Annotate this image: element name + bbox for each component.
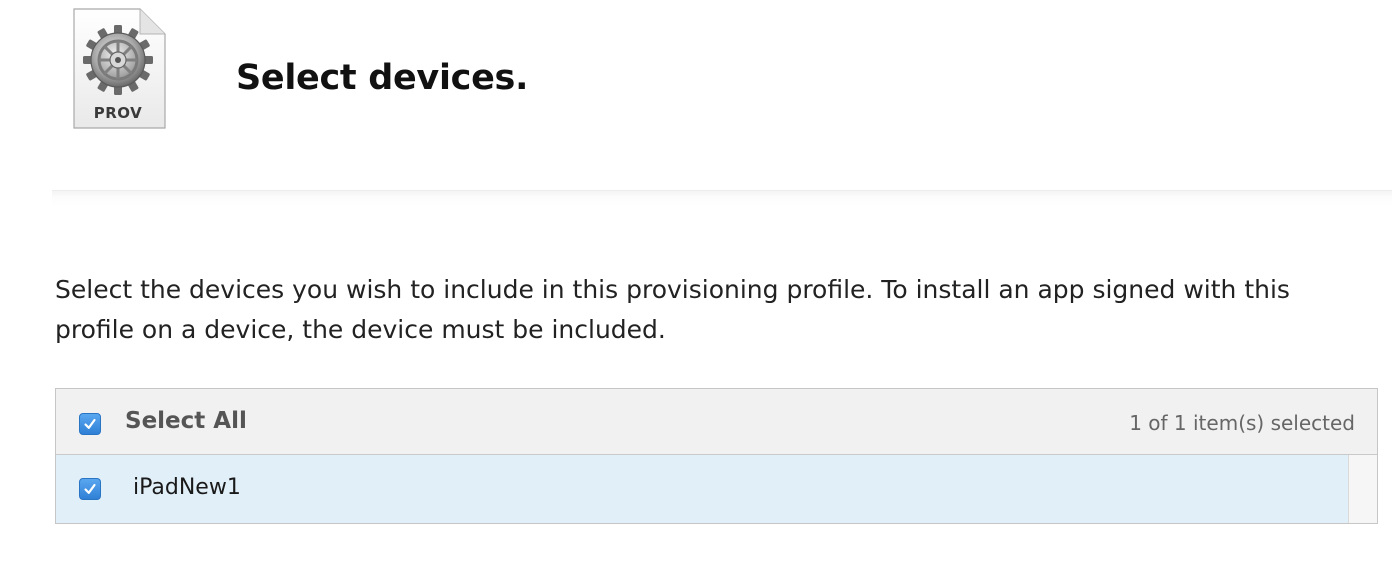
page: PROV Select devices. Select the devices …: [0, 0, 1392, 566]
section-divider: [52, 190, 1392, 207]
scrollbar[interactable]: [1348, 455, 1377, 523]
select-all-label[interactable]: Select All: [125, 408, 247, 434]
device-checkbox[interactable]: [79, 478, 101, 500]
checkmark-icon: [84, 483, 96, 494]
description-text: Select the devices you wish to include i…: [55, 275, 1290, 344]
selection-count: 1 of 1 item(s) selected: [1129, 411, 1355, 435]
device-selection-table: Select All 1 of 1 item(s) selected iPadN…: [55, 388, 1378, 524]
device-row[interactable]: iPadNew1: [56, 455, 1348, 523]
table-header: Select All 1 of 1 item(s) selected: [56, 389, 1377, 455]
page-title: Select devices.: [236, 58, 529, 98]
provisioning-profile-file-icon: PROV: [70, 8, 166, 130]
checkmark-icon: [84, 418, 96, 429]
file-type-label: PROV: [93, 104, 143, 122]
device-name: iPadNew1: [133, 475, 241, 500]
select-all-checkbox[interactable]: [79, 413, 101, 435]
